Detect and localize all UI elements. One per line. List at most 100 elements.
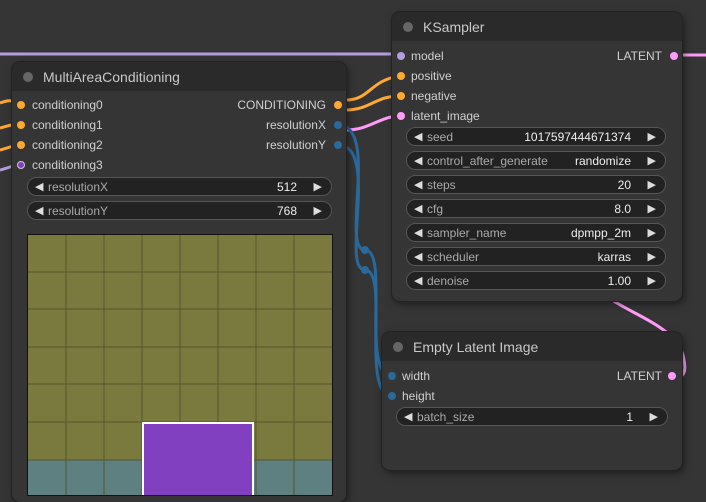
widget-label: resolutionY (48, 204, 109, 218)
widget-value: 1017597444671374 (524, 130, 631, 144)
increment-arrow-icon[interactable]: ▶ (314, 204, 322, 217)
slot-label: model (411, 49, 444, 63)
increment-arrow-icon[interactable]: ▶ (648, 202, 656, 215)
slot-dot-icon[interactable] (397, 112, 405, 120)
collapse-dot-icon[interactable] (23, 71, 33, 82)
slot-label: width (402, 369, 431, 383)
widget-label: denoise (427, 274, 470, 288)
node-title: KSampler (423, 18, 485, 35)
increment-arrow-icon[interactable]: ▶ (314, 180, 322, 193)
decrement-arrow-icon[interactable]: ◀ (414, 274, 422, 287)
slot-dot-icon[interactable] (670, 52, 678, 60)
increment-arrow-icon[interactable]: ▶ (650, 410, 658, 423)
input-slot-conditioning3[interactable]: conditioning3 (12, 155, 103, 175)
selected-area (142, 422, 254, 495)
slot-dot-icon[interactable] (334, 121, 342, 129)
slot-dot-icon[interactable] (17, 101, 25, 109)
denoise-widget[interactable]: ◀ denoise 1.00 ▶ (406, 271, 666, 290)
collapse-dot-icon[interactable] (393, 341, 403, 352)
widget-label: cfg (427, 202, 444, 216)
slot-label: conditioning2 (32, 138, 103, 152)
slot-dot-icon[interactable] (397, 92, 405, 100)
input-slot-positive[interactable]: positive (392, 66, 452, 86)
area-grid-canvas[interactable] (27, 234, 333, 496)
slot-dot-icon[interactable] (397, 72, 405, 80)
decrement-arrow-icon[interactable]: ◀ (414, 130, 422, 143)
ksampler-node[interactable]: KSampler model positive negative latent_… (392, 12, 682, 301)
multi-area-conditioning-node[interactable]: MultiAreaConditioning conditioning0 cond… (12, 62, 346, 502)
slot-label: conditioning1 (32, 118, 103, 132)
output-slot-latent[interactable]: LATENT (617, 366, 662, 386)
output-slot-resolutiony[interactable]: resolutionY (266, 135, 326, 155)
widget-value: dpmpp_2m (570, 226, 631, 240)
slot-dot-icon[interactable] (388, 392, 396, 400)
resolutionx-widget[interactable]: ◀ resolutionX 512 ▶ (27, 177, 332, 196)
decrement-arrow-icon[interactable]: ◀ (35, 180, 43, 193)
output-slot-latent[interactable]: LATENT (617, 46, 662, 66)
cfg-widget[interactable]: ◀ cfg 8.0 ▶ (406, 199, 666, 218)
node-title: Empty Latent Image (413, 338, 539, 355)
widget-value: randomize (574, 154, 631, 168)
slot-dot-icon[interactable] (668, 372, 676, 380)
slot-label: positive (411, 69, 452, 83)
seed-widget[interactable]: ◀ seed 1017597444671374 ▶ (406, 127, 666, 146)
decrement-arrow-icon[interactable]: ◀ (414, 202, 422, 215)
widget-label: batch_size (417, 410, 475, 424)
widget-value: 512 (276, 180, 297, 194)
slot-dot-icon[interactable] (388, 372, 396, 380)
reroute-dot-1 (361, 246, 369, 254)
slot-dot-icon[interactable] (17, 161, 25, 169)
input-slot-conditioning1[interactable]: conditioning1 (12, 115, 103, 135)
widget-label: seed (427, 130, 454, 144)
decrement-arrow-icon[interactable]: ◀ (414, 250, 422, 263)
collapse-dot-icon[interactable] (403, 21, 413, 32)
control-after-generate-widget[interactable]: ◀ control_after_generate randomize ▶ (406, 151, 666, 170)
resolutiony-widget[interactable]: ◀ resolutionY 768 ▶ (27, 201, 332, 220)
decrement-arrow-icon[interactable]: ◀ (404, 410, 412, 423)
empty-latent-image-node[interactable]: Empty Latent Image width height LATENT ◀… (382, 332, 682, 470)
node-title: MultiAreaConditioning (43, 68, 180, 85)
increment-arrow-icon[interactable]: ▶ (648, 154, 656, 167)
increment-arrow-icon[interactable]: ▶ (648, 178, 656, 191)
output-slot-resolutionx[interactable]: resolutionX (266, 115, 326, 135)
widget-label: scheduler (427, 250, 480, 264)
input-slot-model[interactable]: model (392, 46, 444, 66)
batch-size-widget[interactable]: ◀ batch_size 1 ▶ (396, 407, 668, 426)
reroute-dot-2 (361, 266, 369, 274)
decrement-arrow-icon[interactable]: ◀ (414, 226, 422, 239)
decrement-arrow-icon[interactable]: ◀ (414, 178, 422, 191)
increment-arrow-icon[interactable]: ▶ (648, 130, 656, 143)
slot-dot-icon[interactable] (17, 141, 25, 149)
widget-label: resolutionX (48, 180, 109, 194)
input-slot-height[interactable]: height (382, 386, 435, 406)
slot-dot-icon[interactable] (334, 101, 342, 109)
input-slot-negative[interactable]: negative (392, 86, 456, 106)
slot-label: LATENT (616, 369, 662, 383)
input-slot-width[interactable]: width (382, 366, 430, 386)
steps-widget[interactable]: ◀ steps 20 ▶ (406, 175, 666, 194)
input-slot-latent-image[interactable]: latent_image (392, 106, 480, 126)
increment-arrow-icon[interactable]: ▶ (648, 274, 656, 287)
output-slot-conditioning[interactable]: CONDITIONING (237, 95, 326, 115)
widget-label: control_after_generate (427, 154, 548, 168)
node-header[interactable]: KSampler (392, 12, 682, 41)
decrement-arrow-icon[interactable]: ◀ (35, 204, 43, 217)
input-slot-conditioning2[interactable]: conditioning2 (12, 135, 103, 155)
slot-dot-icon[interactable] (397, 52, 405, 60)
input-slot-conditioning0[interactable]: conditioning0 (12, 95, 103, 115)
increment-arrow-icon[interactable]: ▶ (648, 250, 656, 263)
node-header[interactable]: MultiAreaConditioning (12, 62, 346, 91)
slot-label: latent_image (411, 109, 480, 123)
scheduler-widget[interactable]: ◀ scheduler karras ▶ (406, 247, 666, 266)
widget-value: 768 (276, 204, 297, 218)
node-header[interactable]: Empty Latent Image (382, 332, 682, 361)
slot-dot-icon[interactable] (334, 141, 342, 149)
increment-arrow-icon[interactable]: ▶ (648, 226, 656, 239)
widget-value: 8.0 (614, 202, 631, 216)
sampler-name-widget[interactable]: ◀ sampler_name dpmpp_2m ▶ (406, 223, 666, 242)
slot-dot-icon[interactable] (17, 121, 25, 129)
widget-value: 1 (626, 410, 633, 424)
decrement-arrow-icon[interactable]: ◀ (414, 154, 422, 167)
area-grid (28, 235, 332, 495)
slot-label: resolutionY (265, 138, 326, 152)
